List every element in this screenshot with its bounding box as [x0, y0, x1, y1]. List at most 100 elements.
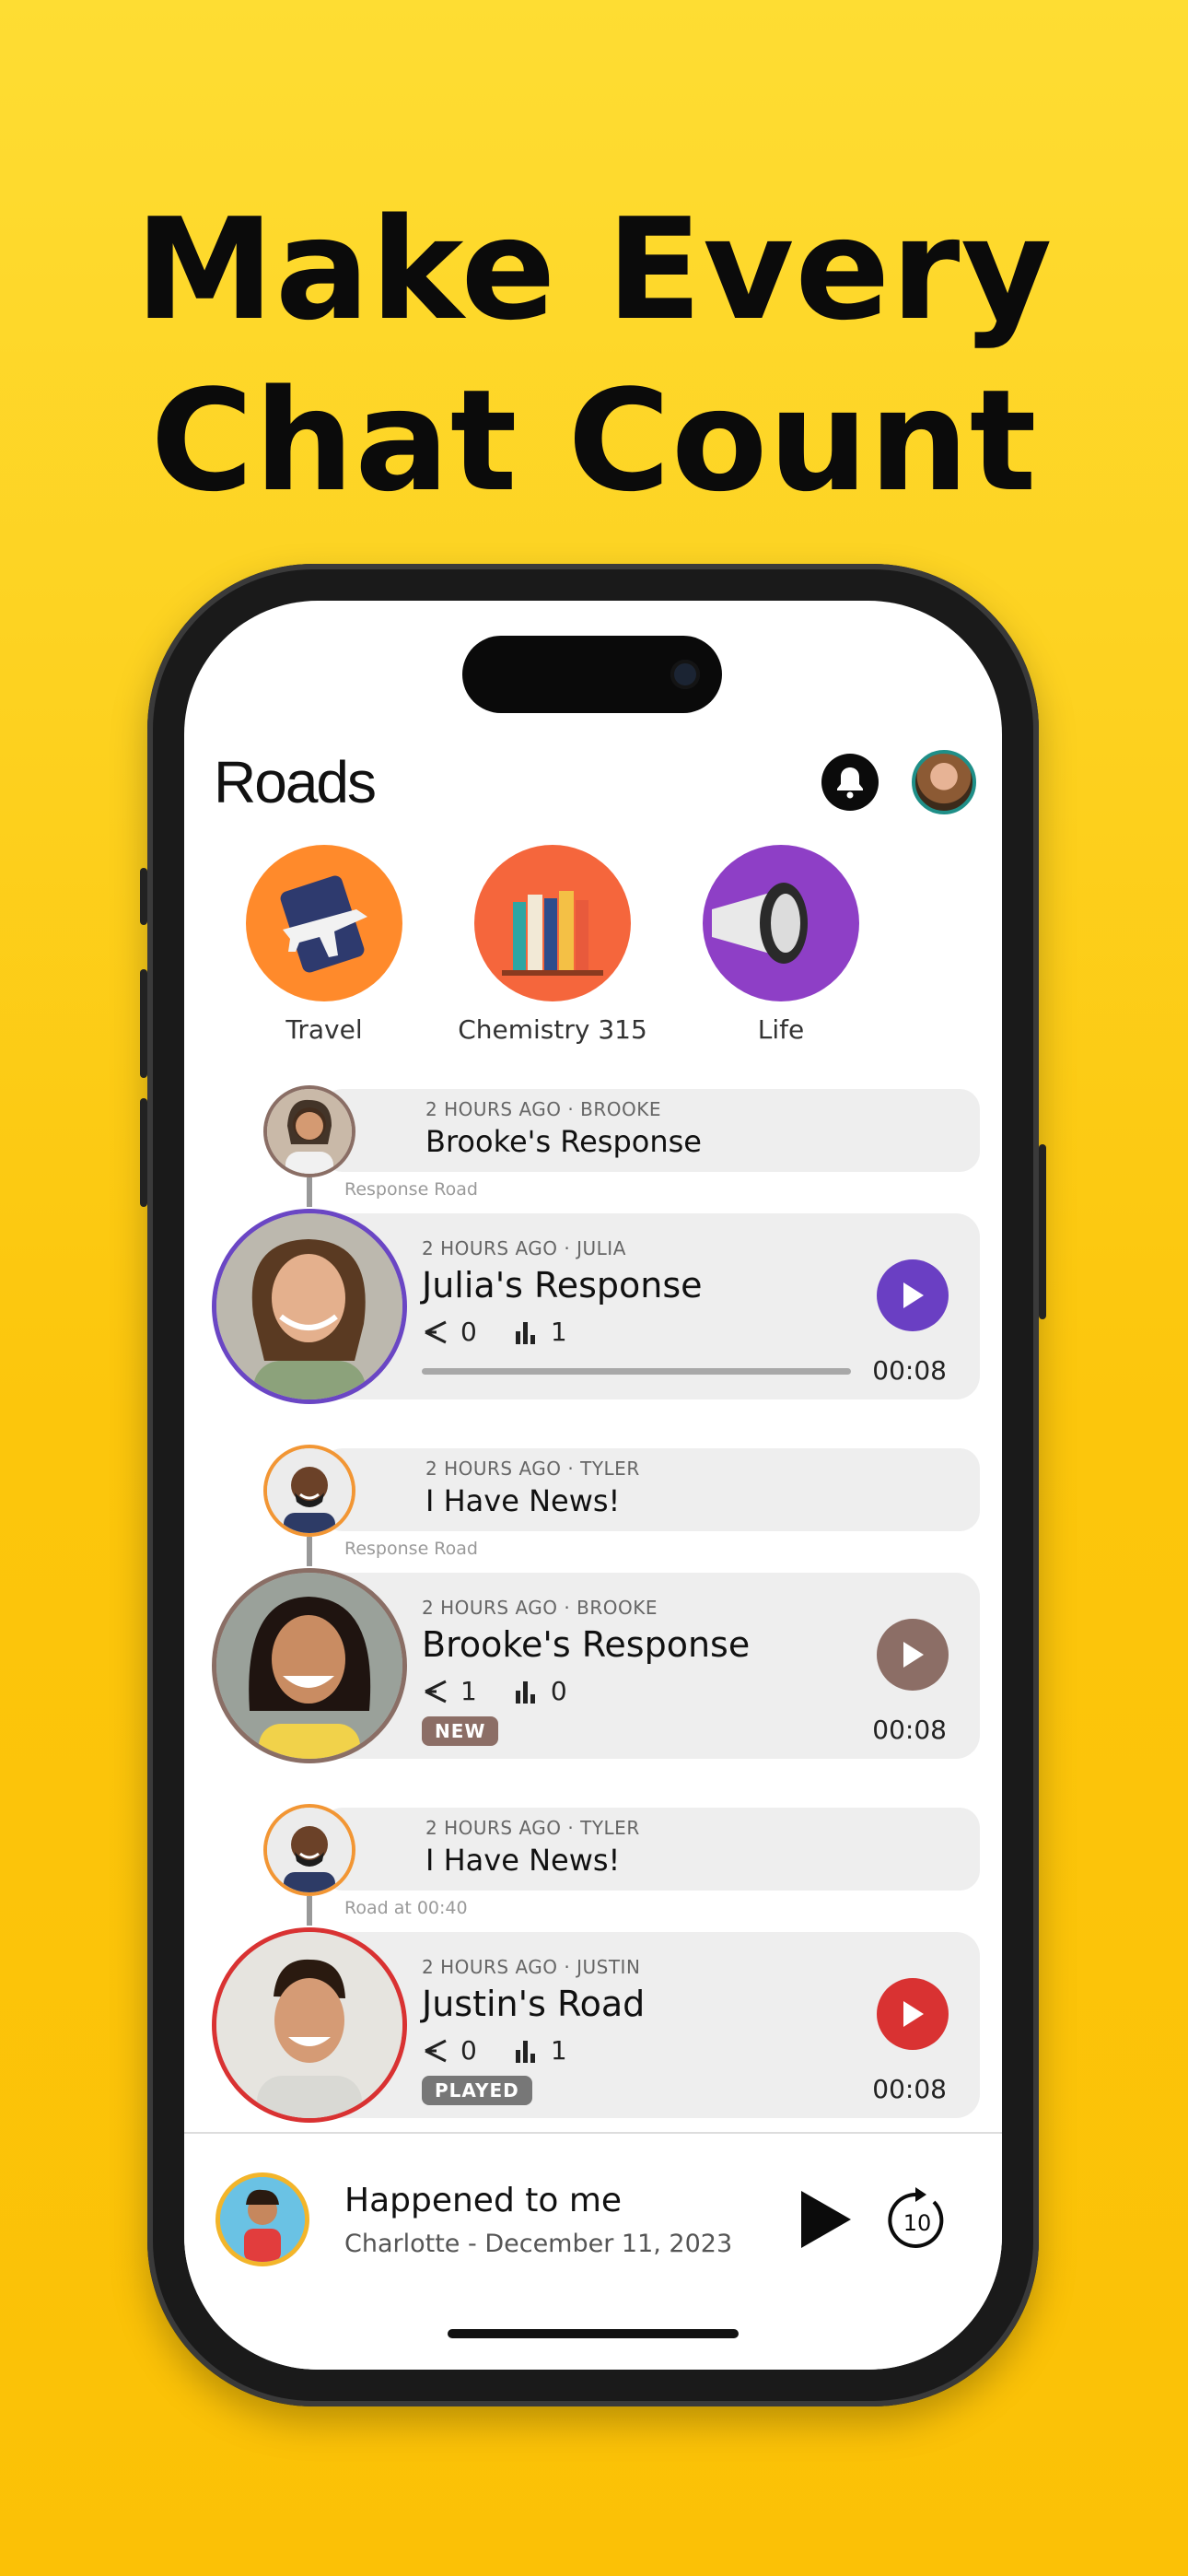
camera-icon [670, 660, 700, 689]
author-avatar[interactable] [212, 1209, 407, 1404]
duration: 00:08 [872, 1355, 947, 1386]
road-card-stats: 1 0 [422, 1676, 602, 1706]
play-icon [903, 1282, 924, 1308]
listen-count: 1 [550, 1317, 567, 1347]
profile-avatar[interactable] [912, 750, 976, 814]
power-button [1039, 1144, 1046, 1319]
category-label: Travel [285, 1014, 363, 1045]
author-name: JULIA [577, 1237, 626, 1259]
listens-chart-icon [515, 1680, 535, 1704]
play-button[interactable] [877, 1619, 949, 1691]
parent-road-title: Brooke's Response [425, 1124, 702, 1159]
notifications-bell-icon[interactable] [821, 754, 879, 811]
headline-line-1: Make Every [134, 188, 1054, 351]
skip-seconds: 10 [903, 2210, 932, 2236]
road-card-stats: 0 1 [422, 1317, 602, 1347]
share-count: 0 [460, 2035, 477, 2066]
parent-road-meta: 2 HOURS AGO · TYLER [425, 1458, 980, 1480]
parent-road[interactable]: 2 HOURS AGO · BROOKE Brooke's Response [322, 1089, 980, 1172]
road-card-meta: 2 HOURS AGO · JUSTIN [422, 1956, 640, 1978]
separator: · [567, 1458, 575, 1480]
author-name: BROOKE [580, 1098, 661, 1120]
skip-forward-10-icon[interactable]: 10 [884, 2184, 950, 2254]
home-indicator[interactable] [448, 2329, 739, 2338]
time-ago: 2 HOURS AGO [422, 1237, 558, 1259]
playback-progress[interactable] [422, 1368, 851, 1375]
listens-chart-icon [515, 2040, 535, 2063]
road-card-meta: 2 HOURS AGO · JULIA [422, 1237, 626, 1259]
travel-icon [246, 845, 402, 1001]
player-title: Happened to me [344, 2182, 623, 2219]
phone-frame: Roads Travel Chemistry 315 Life 2 HOURS … [140, 564, 1046, 2406]
headline: Make Every Chat Count [0, 184, 1188, 527]
parent-avatar[interactable] [263, 1445, 355, 1537]
road-card-title: Justin's Road [422, 1984, 646, 2024]
duration: 00:08 [872, 2074, 947, 2104]
duration: 00:08 [872, 1715, 947, 1745]
road-label: Response Road [344, 1179, 478, 1200]
road-card-title: Brooke's Response [422, 1624, 751, 1665]
play-button[interactable] [877, 1978, 949, 2050]
time-ago: 2 HOURS AGO [425, 1098, 562, 1120]
share-icon [425, 1680, 447, 1703]
play-icon [903, 2001, 924, 2027]
listens-chart-icon [515, 1321, 535, 1344]
category-label: Life [757, 1014, 805, 1045]
time-ago: 2 HOURS AGO [422, 1956, 558, 1978]
parent-avatar[interactable] [263, 1804, 355, 1896]
app-screen: Roads Travel Chemistry 315 Life 2 HOURS … [184, 601, 1002, 2370]
share-count: 0 [460, 1317, 477, 1347]
headline-line-2: Chat Count [150, 359, 1038, 522]
volume-down-button [140, 1098, 147, 1207]
parent-road[interactable]: 2 HOURS AGO · TYLER I Have News! [322, 1448, 980, 1531]
author-name: JUSTIN [577, 1956, 641, 1978]
new-badge: NEW [422, 1716, 499, 1746]
action-button [140, 868, 147, 925]
parent-road-meta: 2 HOURS AGO · TYLER [425, 1817, 980, 1839]
road-card-title: Julia's Response [422, 1265, 703, 1306]
separator: · [567, 1098, 575, 1120]
books-icon [474, 845, 631, 1001]
author-name: TYLER [580, 1458, 640, 1480]
mini-player[interactable]: Happened to me Charlotte - December 11, … [184, 2132, 1002, 2370]
separator: · [564, 1237, 571, 1259]
dynamic-island [462, 636, 722, 713]
player-avatar [215, 2172, 309, 2266]
author-name: TYLER [580, 1817, 640, 1839]
separator: · [567, 1817, 575, 1839]
time-ago: 2 HOURS AGO [425, 1817, 562, 1839]
share-icon [425, 1320, 447, 1343]
road-connector [307, 1896, 312, 1926]
road-card-meta: 2 HOURS AGO · BROOKE [422, 1597, 658, 1619]
author-avatar[interactable] [212, 1568, 407, 1763]
play-button[interactable] [877, 1259, 949, 1331]
app-logo: Roads [214, 749, 377, 815]
road-connector [307, 1537, 312, 1566]
author-avatar[interactable] [212, 1927, 407, 2123]
author-name: BROOKE [577, 1597, 658, 1619]
category-label: Chemistry 315 [458, 1014, 647, 1045]
parent-avatar[interactable] [263, 1085, 355, 1177]
listen-count: 0 [550, 1676, 567, 1706]
category-travel[interactable]: Travel [214, 845, 435, 1045]
volume-up-button [140, 969, 147, 1078]
megaphone-icon [703, 845, 859, 1001]
listen-count: 1 [550, 2035, 567, 2066]
time-ago: 2 HOURS AGO [425, 1458, 562, 1480]
time-ago: 2 HOURS AGO [422, 1597, 558, 1619]
parent-road-title: I Have News! [425, 1483, 621, 1518]
play-icon [903, 1642, 924, 1668]
parent-road[interactable]: 2 HOURS AGO · TYLER I Have News! [322, 1808, 980, 1891]
player-subtitle: Charlotte - December 11, 2023 [344, 2230, 733, 2258]
road-label: Response Road [344, 1539, 478, 1559]
parent-road-meta: 2 HOURS AGO · BROOKE [425, 1098, 980, 1120]
parent-road-title: I Have News! [425, 1843, 621, 1878]
player-play-icon[interactable] [796, 2187, 856, 2252]
share-count: 1 [460, 1676, 477, 1706]
road-label: Road at 00:40 [344, 1898, 468, 1918]
separator: · [564, 1597, 571, 1619]
category-life[interactable]: Life [670, 845, 891, 1045]
category-chemistry-315[interactable]: Chemistry 315 [442, 845, 663, 1045]
share-icon [425, 2039, 447, 2062]
played-badge: PLAYED [422, 2076, 532, 2105]
